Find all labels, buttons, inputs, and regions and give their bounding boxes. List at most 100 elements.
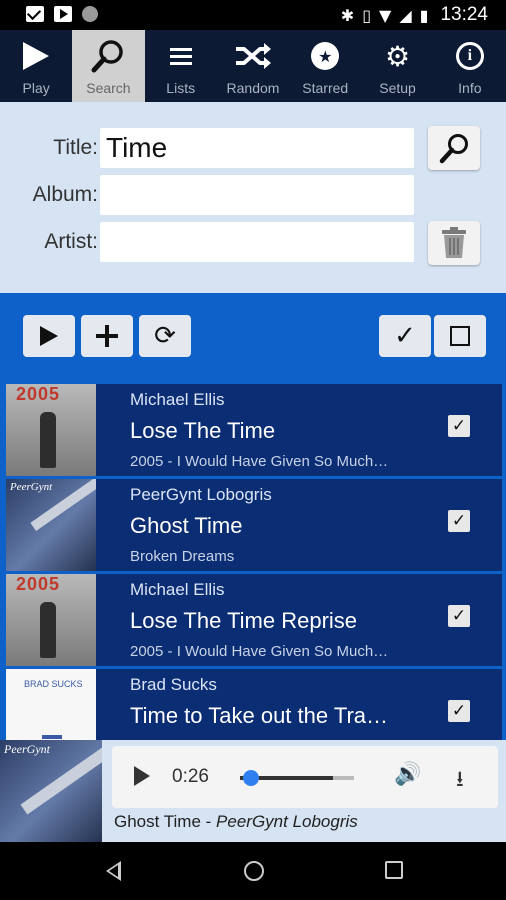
- title-row: Title:: [0, 128, 420, 168]
- empty-checkbox-icon: [450, 326, 470, 346]
- recents-button[interactable]: [385, 861, 403, 879]
- item-checkbox[interactable]: ✓: [448, 605, 470, 627]
- now-playing-art: PeerGynt: [0, 740, 102, 842]
- add-button[interactable]: [81, 315, 133, 357]
- nav-lists-label: Lists: [166, 80, 196, 96]
- nav-lists[interactable]: Lists: [145, 30, 217, 102]
- item-artist: Brad Sucks: [130, 675, 217, 694]
- album-row: Album:: [0, 175, 420, 215]
- search-icon: [439, 134, 468, 164]
- list-item[interactable]: 2005 Michael Ellis Lose The Time 2005 - …: [6, 384, 502, 476]
- nav-search-label: Search: [86, 80, 131, 96]
- nav-search[interactable]: Search: [72, 30, 145, 102]
- circle-notification-icon: [82, 6, 98, 22]
- results-toolbar: ⟳ ✓: [0, 293, 506, 381]
- nav-info[interactable]: i Info: [434, 30, 506, 102]
- item-checkbox[interactable]: ✓: [448, 415, 470, 437]
- trash-icon: [442, 227, 466, 258]
- album-input[interactable]: [100, 175, 414, 215]
- play-icon: [40, 326, 58, 346]
- refresh-icon: ⟳: [154, 321, 176, 351]
- star-icon: ★: [311, 36, 340, 76]
- status-bar: ✱ ▯ ▼ ◢ ▮ 13:24: [0, 0, 506, 30]
- nav-setup-label: Setup: [379, 80, 416, 96]
- play-icon: [21, 36, 51, 76]
- nav-starred[interactable]: ★ Starred: [289, 30, 361, 102]
- nav-play[interactable]: Play: [0, 30, 72, 102]
- mini-player: PeerGynt 0:26 🔊 ⭳ Ghost Time - PeerGynt …: [0, 740, 506, 842]
- item-album: Broken Dreams: [130, 548, 235, 565]
- item-title: Lose The Time: [130, 418, 276, 443]
- plus-icon: [96, 325, 118, 347]
- artist-input[interactable]: [100, 222, 414, 262]
- gear-icon: ⚙: [384, 39, 411, 73]
- mail-notification-icon: [26, 6, 44, 22]
- list-item[interactable]: PeerGynt PeerGynt Lobogris Ghost Time Br…: [6, 479, 502, 571]
- item-checkbox[interactable]: ✓: [448, 700, 470, 722]
- album-art-logo: 2005: [16, 574, 61, 594]
- now-playing-artist: PeerGynt Lobogris: [216, 812, 358, 831]
- list-item[interactable]: 2005 Michael Ellis Lose The Time Reprise…: [6, 574, 502, 666]
- nav-random-label: Random: [226, 80, 280, 96]
- notification-icons: [26, 6, 98, 22]
- item-title: Time to Take out the Tra…: [130, 703, 389, 728]
- battery-icon: ▮: [419, 5, 429, 25]
- nav-setup[interactable]: ⚙ Setup: [361, 30, 433, 102]
- item-title: Lose The Time Reprise: [130, 608, 358, 633]
- vibrate-icon: ▯: [362, 5, 372, 25]
- back-button[interactable]: [106, 861, 121, 881]
- list-icon: [169, 36, 192, 76]
- refresh-button[interactable]: ⟳: [139, 315, 191, 357]
- list-item[interactable]: BRAD SUCKS Brad Sucks Time to Take out t…: [6, 669, 502, 740]
- select-all-button[interactable]: ✓: [379, 315, 431, 357]
- item-artist: Michael Ellis: [130, 390, 225, 409]
- signal-icon: ◢: [399, 5, 412, 25]
- album-art-logo: 2005: [16, 384, 61, 404]
- play-button[interactable]: [134, 766, 150, 786]
- bluetooth-icon: ✱: [340, 5, 355, 25]
- item-checkbox[interactable]: ✓: [448, 510, 470, 532]
- seek-bar[interactable]: [240, 770, 354, 786]
- item-album: 2005 - I Would Have Given So Much…: [130, 453, 389, 470]
- player-controls: 0:26 🔊 ⭳: [112, 746, 498, 808]
- checkmark-icon: ✓: [394, 321, 416, 351]
- nav-play-label: Play: [22, 80, 50, 96]
- nav-info-label: Info: [458, 80, 482, 96]
- album-art: 2005: [6, 384, 96, 476]
- search-button[interactable]: [428, 126, 480, 170]
- item-artist: Michael Ellis: [130, 580, 225, 599]
- item-album: 2005 - I Would Have Given So Much…: [130, 643, 389, 660]
- results-list: 2005 Michael Ellis Lose The Time 2005 - …: [6, 384, 502, 740]
- download-icon[interactable]: ⭳: [456, 762, 464, 800]
- play-results-button[interactable]: [23, 315, 75, 357]
- shuffle-icon: [234, 36, 272, 76]
- now-playing-title: Ghost Time: [114, 812, 201, 831]
- volume-icon[interactable]: 🔊: [394, 762, 421, 787]
- search-icon: [90, 36, 126, 76]
- album-art: 2005: [6, 574, 96, 666]
- clear-button[interactable]: [428, 221, 480, 265]
- item-artist: PeerGynt Lobogris: [130, 485, 272, 504]
- info-icon: i: [455, 36, 484, 76]
- select-none-button[interactable]: [434, 315, 486, 357]
- title-label: Title:: [53, 136, 98, 159]
- clock: 13:24: [440, 4, 488, 25]
- artist-label: Artist:: [44, 230, 98, 253]
- now-playing-label: Ghost Time - PeerGynt Lobogris: [114, 812, 358, 832]
- album-art: BRAD SUCKS: [6, 669, 96, 740]
- play-notification-icon: [54, 6, 72, 22]
- album-art: PeerGynt: [6, 479, 96, 571]
- system-icons: ✱ ▯ ▼ ◢ ▮ 13:24: [341, 4, 488, 26]
- elapsed-time: 0:26: [172, 766, 209, 787]
- album-label: Album:: [32, 183, 98, 206]
- nav-random[interactable]: Random: [217, 30, 289, 102]
- wifi-icon: ▼: [379, 5, 392, 25]
- search-form: Title: Album: Artist:: [0, 102, 506, 293]
- seek-handle[interactable]: [243, 770, 260, 786]
- title-input[interactable]: [100, 128, 414, 168]
- system-nav-bar: [0, 842, 506, 900]
- top-nav: Play Search Lists Random ★ Starred ⚙ Set…: [0, 30, 506, 102]
- home-button[interactable]: [244, 861, 264, 881]
- artist-row: Artist:: [0, 222, 420, 262]
- now-playing-separator: -: [200, 812, 217, 831]
